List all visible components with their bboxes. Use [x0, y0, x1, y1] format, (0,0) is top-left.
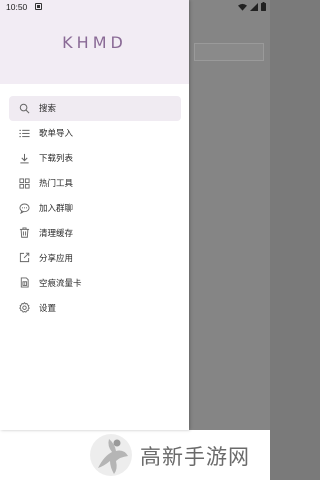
menu-item-label: 热门工具: [39, 179, 74, 190]
sim-card-icon: [18, 277, 30, 289]
menu-item-label: 空痕流量卡: [39, 278, 82, 289]
menu-item-data-card[interactable]: 空痕流量卡: [9, 270, 181, 295]
menu-item-settings[interactable]: 设置: [9, 295, 181, 320]
download-icon: [18, 152, 30, 164]
watermark: 高新手游网: [88, 432, 270, 478]
signal-icon: [250, 2, 258, 11]
watermark-text: 高新手游网: [140, 445, 250, 469]
background-search-field: [194, 43, 264, 61]
grid-icon: [18, 177, 30, 189]
menu-item-label: 分享应用: [39, 253, 74, 264]
navigation-drawer: KHMD 搜索 歌单导入 下载列表 热门工具 加入群聊 清理缓存 分享应用 空痕…: [0, 0, 189, 430]
trash-icon: [18, 227, 30, 239]
menu-item-label: 歌单导入: [39, 129, 74, 140]
status-icons: [238, 2, 266, 11]
menu-item-share-app[interactable]: 分享应用: [9, 245, 181, 270]
app-title: KHMD: [62, 33, 127, 52]
drawer-menu: 搜索 歌单导入 下载列表 热门工具 加入群聊 清理缓存 分享应用 空痕流量卡 设…: [9, 96, 181, 320]
menu-item-join-group[interactable]: 加入群聊: [9, 196, 181, 221]
watermark-logo-icon: [90, 434, 132, 476]
list-icon: [18, 127, 30, 139]
chat-icon: [18, 202, 30, 214]
wifi-icon: [238, 3, 247, 11]
menu-item-label: 加入群聊: [39, 204, 74, 214]
menu-item-label: 下载列表: [39, 154, 74, 165]
gear-icon: [18, 302, 30, 314]
menu-item-hot-tools[interactable]: 热门工具: [9, 171, 181, 196]
status-bar: 10:50: [0, 0, 270, 14]
status-time: 10:50: [6, 2, 28, 12]
menu-item-label: 清理缓存: [39, 228, 74, 239]
menu-item-downloads[interactable]: 下载列表: [9, 146, 181, 171]
menu-item-label: 搜索: [39, 104, 57, 115]
battery-icon: [261, 2, 266, 11]
search-icon: [18, 102, 30, 114]
menu-item-playlist-import[interactable]: 歌单导入: [9, 121, 181, 146]
menu-item-label: 设置: [39, 303, 57, 314]
notification-icon: [35, 3, 42, 10]
share-icon: [18, 252, 30, 264]
menu-item-search[interactable]: 搜索: [9, 96, 181, 121]
menu-item-clear-cache[interactable]: 清理缓存: [9, 220, 181, 245]
